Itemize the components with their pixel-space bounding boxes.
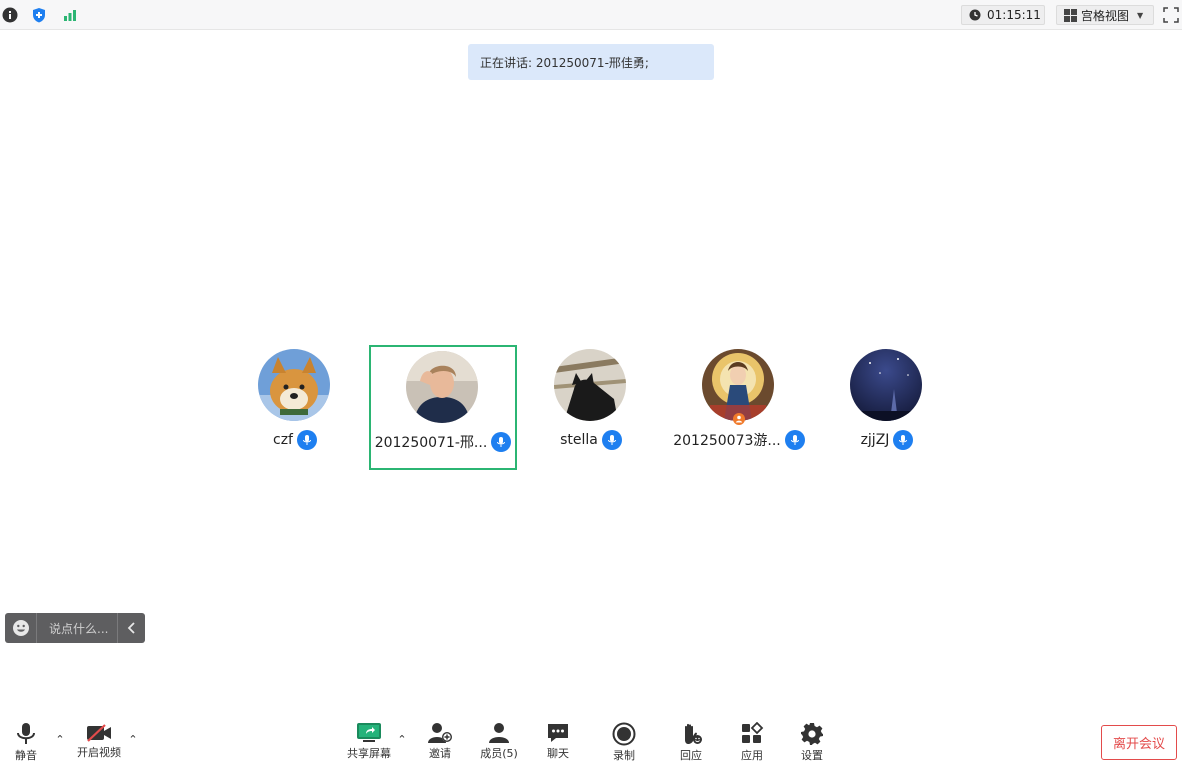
participant-name-row: 201250073游... xyxy=(665,429,813,451)
timer-text: 01:15:11 xyxy=(987,8,1041,22)
host-badge-icon xyxy=(733,413,745,425)
avatar xyxy=(554,349,626,421)
quick-chat-bar[interactable]: 说点什么... xyxy=(5,613,145,643)
emoji-icon[interactable] xyxy=(5,613,37,643)
microphone-icon xyxy=(13,722,39,746)
participant-name: czf xyxy=(273,432,293,448)
meeting-timer: 01:15:11 xyxy=(961,5,1045,25)
security-shield-icon[interactable] xyxy=(29,5,49,25)
user-icon xyxy=(486,722,512,744)
apps-button[interactable]: 应用 xyxy=(722,722,782,762)
chevron-up-icon[interactable]: ⌃ xyxy=(396,733,408,746)
chevron-up-icon[interactable]: ⌃ xyxy=(54,733,66,746)
record-button[interactable]: 录制 xyxy=(594,722,654,762)
participant-name-row: czf xyxy=(221,429,369,451)
view-mode-dropdown[interactable]: 宫格视图 ▼ xyxy=(1056,5,1154,25)
video-off-icon xyxy=(86,722,112,743)
mute-button[interactable]: 静音 xyxy=(0,722,56,762)
avatar xyxy=(258,349,330,421)
top-bar: 01:15:11 宫格视图 ▼ xyxy=(0,0,1182,30)
avatar xyxy=(702,349,774,421)
speaking-banner: 正在讲话: 201250071-邢佳勇; xyxy=(468,44,714,80)
chevron-down-icon: ▼ xyxy=(1137,10,1144,20)
members-label: 成员(5) xyxy=(480,747,518,760)
mute-label: 静音 xyxy=(15,749,37,762)
apps-grid-icon xyxy=(739,722,765,746)
fullscreen-icon[interactable] xyxy=(1162,6,1180,24)
share-screen-icon xyxy=(356,722,382,744)
microphone-icon[interactable] xyxy=(893,430,914,450)
react-button[interactable]: 回应 xyxy=(661,722,721,762)
participant-tile-active-speaker[interactable]: 201250071-邢... xyxy=(369,345,517,470)
chat-label: 聊天 xyxy=(547,747,569,760)
participant-tile[interactable]: zjjZJ xyxy=(813,345,961,470)
settings-label: 设置 xyxy=(801,749,823,762)
record-label: 录制 xyxy=(613,749,635,762)
invite-button[interactable]: 邀请 xyxy=(410,722,470,760)
participant-name-row: zjjZJ xyxy=(813,429,961,451)
participant-tile[interactable]: stella xyxy=(517,345,665,470)
microphone-icon[interactable] xyxy=(491,432,512,452)
participant-name-row: 201250071-邢... xyxy=(371,431,515,453)
chevron-up-icon[interactable]: ⌃ xyxy=(127,733,139,746)
chevron-left-icon[interactable] xyxy=(117,613,145,643)
chat-input-placeholder[interactable]: 说点什么... xyxy=(37,620,117,637)
participant-name: stella xyxy=(560,432,598,448)
gear-icon xyxy=(799,722,825,746)
members-button[interactable]: 成员(5) xyxy=(469,722,529,760)
share-screen-button[interactable]: 共享屏幕 xyxy=(339,722,399,760)
grid-view-icon xyxy=(1064,8,1077,22)
participant-tile-host[interactable]: 201250073游... xyxy=(665,345,813,470)
participant-name-row: stella xyxy=(517,429,665,451)
microphone-icon[interactable] xyxy=(296,430,317,450)
signal-strength-icon[interactable] xyxy=(60,5,80,25)
microphone-icon[interactable] xyxy=(601,430,622,450)
participant-name: zjjZJ xyxy=(860,432,890,448)
react-label: 回应 xyxy=(680,749,702,762)
invite-label: 邀请 xyxy=(429,747,451,760)
chat-button[interactable]: 聊天 xyxy=(528,722,588,760)
view-mode-label: 宫格视图 xyxy=(1081,8,1130,23)
avatar xyxy=(850,349,922,421)
chat-bubble-icon xyxy=(545,722,571,744)
participant-name: 201250071-邢... xyxy=(374,435,488,451)
apps-label: 应用 xyxy=(741,749,763,762)
start-video-label: 开启视频 xyxy=(77,746,121,759)
leave-meeting-button[interactable]: 离开会议 xyxy=(1101,725,1177,760)
record-icon xyxy=(611,722,637,746)
settings-button[interactable]: 设置 xyxy=(782,722,842,762)
add-user-icon xyxy=(427,722,453,744)
raise-hand-icon xyxy=(678,722,704,746)
participant-tile[interactable]: czf xyxy=(221,345,369,470)
avatar xyxy=(406,351,478,423)
clock-icon xyxy=(969,9,981,21)
start-video-button[interactable]: 开启视频 xyxy=(69,722,129,760)
share-screen-label: 共享屏幕 xyxy=(347,747,391,760)
participant-name: 201250073游... xyxy=(673,433,781,449)
info-icon[interactable] xyxy=(0,5,20,25)
microphone-icon[interactable] xyxy=(784,430,805,450)
